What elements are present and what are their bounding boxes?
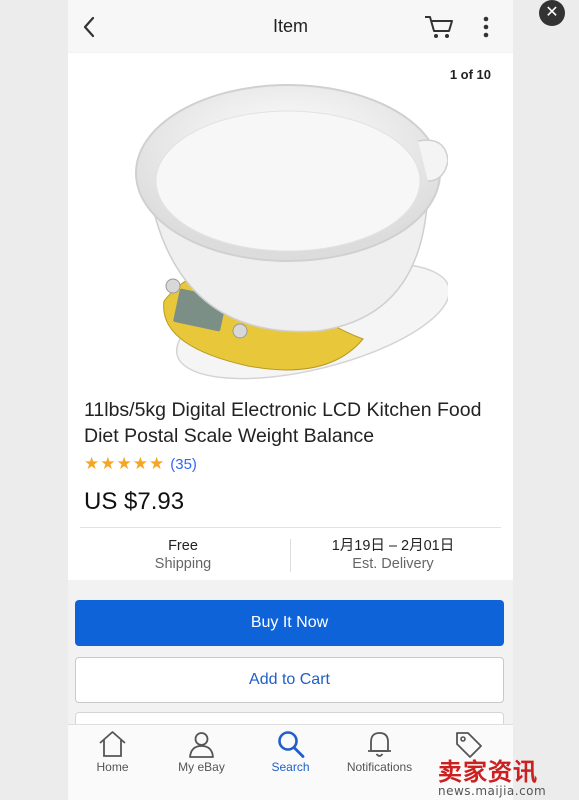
search-icon xyxy=(278,731,305,758)
shipping-info: Free Shipping xyxy=(128,537,238,573)
tab-my-ebay[interactable]: My eBay xyxy=(157,725,246,785)
home-icon xyxy=(99,731,126,757)
tab-label: Search xyxy=(271,760,310,774)
delivery-label: Est. Delivery xyxy=(352,556,434,572)
rating-count-link[interactable]: (35) xyxy=(170,456,197,473)
info-separator xyxy=(290,539,291,572)
top-bar: Item xyxy=(68,0,513,52)
watermark-text: 卖家资讯 xyxy=(438,758,538,786)
chevron-left-icon xyxy=(83,16,95,38)
star-icon: ★ xyxy=(100,454,116,473)
tab-notifications[interactable]: Notifications xyxy=(335,725,424,785)
delivery-value: 1月19日 – 2月01日 xyxy=(331,538,455,554)
more-vertical-icon xyxy=(483,16,489,38)
cart-icon xyxy=(425,16,453,38)
product-rating[interactable]: ★ ★ ★ ★ ★ (35) xyxy=(84,454,197,474)
star-icon: ★ xyxy=(116,454,132,473)
delivery-info: 1月19日 – 2月01日 Est. Delivery xyxy=(308,537,478,573)
product-card: 1 of 10 11lbs/5kg Digital Electronic LCD… xyxy=(68,53,513,580)
product-price: US $7.93 xyxy=(84,488,185,515)
add-to-cart-button[interactable]: Add to Cart xyxy=(75,657,504,703)
tab-search[interactable]: Search xyxy=(246,725,335,785)
more-button[interactable] xyxy=(483,16,489,43)
back-button[interactable] xyxy=(82,16,96,43)
product-image[interactable] xyxy=(128,81,451,386)
tab-label: Notifications xyxy=(346,760,413,774)
gallery-counter: 1 of 10 xyxy=(449,67,491,82)
tab-home[interactable]: Home xyxy=(68,725,157,785)
star-icon: ★ xyxy=(149,454,165,473)
star-icon: ★ xyxy=(84,454,100,473)
close-icon: ✕ xyxy=(545,4,559,21)
tab-label: My eBay xyxy=(178,760,225,774)
user-icon xyxy=(189,732,214,758)
bell-icon xyxy=(368,732,391,757)
divider xyxy=(80,527,501,528)
buy-it-now-button[interactable]: Buy It Now xyxy=(75,600,504,646)
product-title: 11lbs/5kg Digital Electronic LCD Kitchen… xyxy=(84,399,482,447)
phone-screen: Item 1 of 10 11lbs/5kg Digital Electroni… xyxy=(68,0,513,800)
shipping-label: Shipping xyxy=(154,556,212,572)
close-overlay-button[interactable]: ✕ xyxy=(539,0,565,26)
watermark-url: news.maijia.com xyxy=(438,784,547,798)
tab-label: Home xyxy=(96,760,129,774)
page-title: Item xyxy=(272,15,308,36)
shipping-value: Free xyxy=(168,538,198,554)
star-icon: ★ xyxy=(132,454,148,473)
watermark: 卖家资讯 news.maijia.com xyxy=(428,752,579,800)
cart-button[interactable] xyxy=(424,14,454,45)
